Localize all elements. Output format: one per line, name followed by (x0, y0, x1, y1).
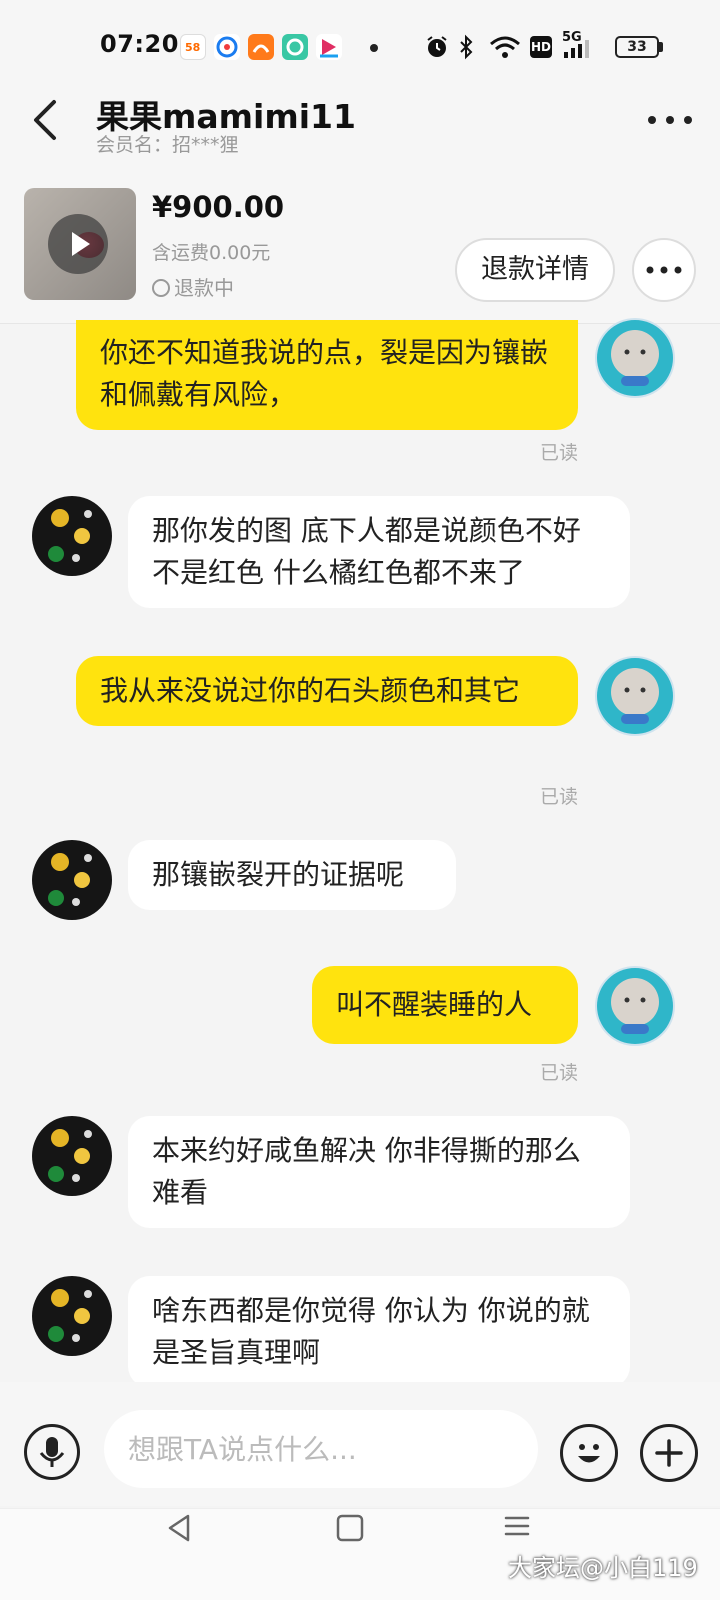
play-icon (72, 232, 90, 256)
signal-icon (562, 40, 592, 66)
plus-icon (655, 1439, 683, 1467)
uc-browser-icon (248, 34, 274, 60)
nav-home-button[interactable] (334, 1512, 366, 1544)
jewelry-avatar-icon (48, 853, 92, 906)
message-bubble-sent[interactable]: 我从来没说过你的石头颜色和其它 (76, 656, 578, 726)
refund-status: 退款中 (152, 272, 234, 301)
message-bubble-received[interactable]: 啥东西都是你觉得 你认为 你说的就是圣旨真理啊 (128, 1276, 630, 1388)
nav-recents-button[interactable] (500, 1510, 534, 1542)
contact-avatar[interactable] (32, 1116, 112, 1196)
smiley-icon (578, 1444, 600, 1463)
member-name: 会员名：招***狸 (96, 134, 239, 156)
my-avatar[interactable] (595, 656, 675, 736)
cat-avatar-icon (597, 320, 673, 396)
notification-dot (370, 44, 378, 52)
jewelry-avatar-icon (48, 509, 92, 562)
alarm-icon (424, 34, 450, 60)
refund-status-label: 退款中 (174, 276, 234, 300)
shipping-info: 含运费0.00元 (152, 242, 271, 264)
product-thumbnail[interactable] (24, 188, 136, 300)
58-app-icon: 58 (180, 34, 206, 60)
read-receipt: 已读 (540, 1062, 579, 1084)
contact-avatar[interactable] (32, 496, 112, 576)
play-button[interactable] (48, 214, 108, 274)
camera-app-icon (282, 34, 308, 60)
battery-indicator: 33 (615, 36, 659, 58)
menu-lines-icon (504, 1516, 530, 1536)
wifi-icon (488, 34, 522, 60)
message-bubble-sent[interactable]: 叫不醒装睡的人 (312, 966, 578, 1044)
emoji-button[interactable] (560, 1424, 618, 1482)
more-options-button[interactable] (644, 106, 696, 134)
contact-avatar[interactable] (32, 1276, 112, 1356)
contact-avatar[interactable] (32, 840, 112, 920)
my-avatar[interactable] (595, 966, 675, 1046)
jewelry-avatar-icon (48, 1289, 92, 1342)
read-receipt: 已读 (540, 786, 579, 808)
message-bubble-received[interactable]: 本来约好咸鱼解决 你非得撕的那么难看 (128, 1116, 630, 1228)
read-receipt: 已读 (540, 442, 579, 464)
status-time: 07:20 (100, 30, 179, 58)
chevron-left-icon (34, 100, 56, 140)
microphone-icon (39, 1437, 65, 1467)
battery-cap (659, 42, 663, 52)
card-more-button[interactable] (632, 238, 696, 302)
message-bubble-received[interactable]: 那你发的图 底下人都是说颜色不好 不是红色 什么橘红色都不来了 (128, 496, 630, 608)
message-input[interactable] (104, 1410, 538, 1488)
hd-badge: HD (530, 36, 552, 58)
browser-icon (214, 34, 240, 60)
clock-icon (152, 279, 170, 297)
watermark: 大家坛@小白119 (508, 1554, 698, 1582)
back-button[interactable] (26, 96, 66, 144)
cat-avatar-icon (597, 968, 673, 1044)
cat-avatar-icon (597, 658, 673, 734)
product-price: ¥900.00 (152, 190, 285, 224)
square-home-icon (336, 1514, 364, 1542)
triangle-back-icon (168, 1514, 190, 1542)
video-app-icon (316, 34, 342, 60)
add-attachment-button[interactable] (640, 1424, 698, 1482)
refund-details-button[interactable]: 退款详情 (455, 238, 615, 302)
voice-input-button[interactable] (24, 1424, 80, 1480)
jewelry-avatar-icon (48, 1129, 92, 1182)
svg-text:58: 58 (185, 41, 200, 54)
more-horizontal-icon (648, 116, 692, 124)
my-avatar[interactable] (595, 318, 675, 398)
message-bubble-sent[interactable]: 你还不知道我说的点，裂是因为镶嵌和佩戴有风险， (76, 320, 578, 430)
message-bubble-received[interactable]: 那镶嵌裂开的证据呢 (128, 840, 456, 910)
bluetooth-icon (456, 34, 476, 60)
nav-back-button[interactable] (164, 1512, 196, 1544)
more-horizontal-icon (646, 266, 682, 274)
